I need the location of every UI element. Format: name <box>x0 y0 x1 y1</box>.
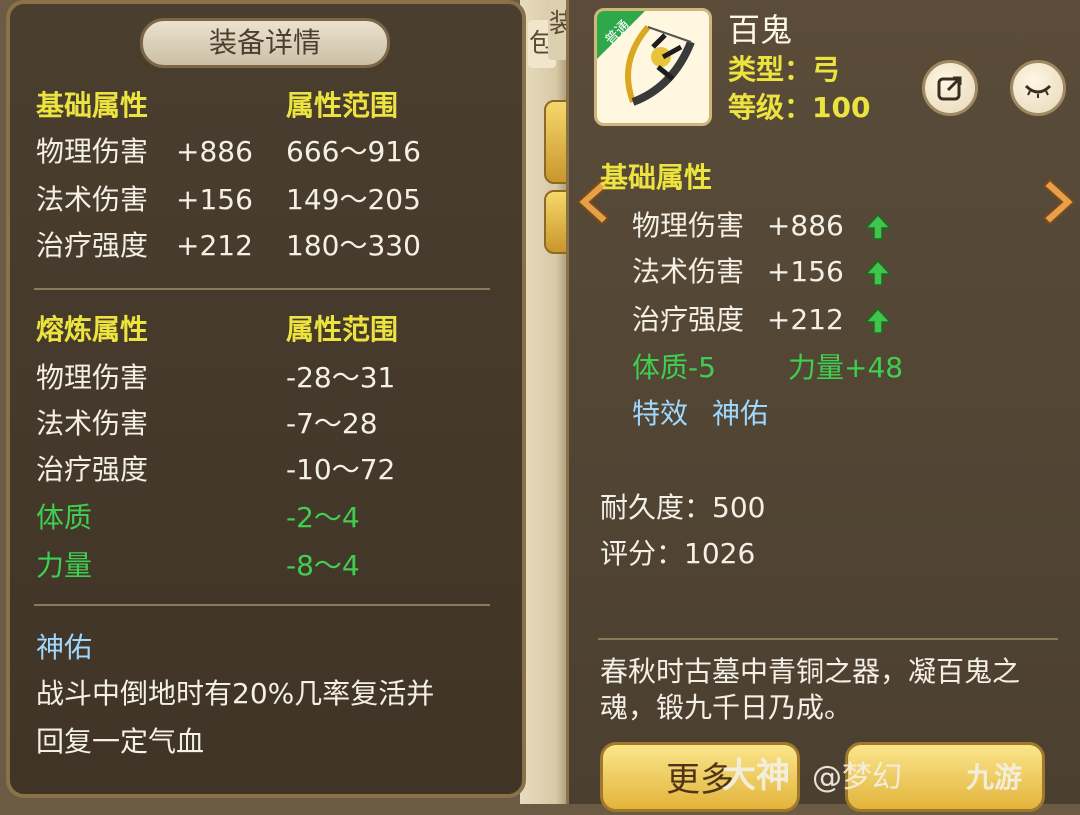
chevron-right-icon[interactable] <box>1042 176 1080 228</box>
divider <box>598 638 1058 640</box>
divider <box>34 604 490 606</box>
base-attr-header: 基础属性 <box>600 161 713 194</box>
watermark-text: 大神 <box>722 756 790 796</box>
stat-range: 149～205 <box>286 183 421 216</box>
item-level: 等级：100 <box>728 91 871 124</box>
eye-icon <box>1024 84 1052 98</box>
refine-stat-range: -10～72 <box>286 453 396 486</box>
quality-tag-icon: 普通 <box>597 11 645 59</box>
watermark-text: @梦幻 <box>812 760 902 795</box>
stat-name: 物理伤害 <box>36 135 149 168</box>
refine-stat-name: 体质 <box>36 501 93 534</box>
refine-stat-range: -7～28 <box>286 407 378 440</box>
refine-stat-range: -2～4 <box>286 501 360 534</box>
refine-stat-range: -28～31 <box>286 361 396 394</box>
stat-name: 治疗强度 <box>36 229 149 262</box>
special-effect-value: 神佑 <box>712 397 769 430</box>
refine-stat-name: 力量 <box>36 549 93 582</box>
preview-button[interactable] <box>1010 60 1066 116</box>
stat-row: 物理伤害 +886 <box>632 206 891 246</box>
item-name: 百鬼 <box>728 11 793 49</box>
stat-value: +156 <box>766 255 844 288</box>
stat-value: +886 <box>766 209 844 242</box>
green-stat: 力量+48 <box>788 351 904 384</box>
stat-row: 治疗强度 +212 <box>632 300 891 340</box>
refine-stat-name: 物理伤害 <box>36 361 149 394</box>
score: 评分：1026 <box>600 537 756 570</box>
item-type: 类型：弓 <box>728 53 841 86</box>
refine-attr-header: 熔炼属性 <box>36 313 149 346</box>
stat-value: +156 <box>176 183 253 216</box>
arrow-up-icon <box>864 214 891 240</box>
share-icon <box>937 76 962 101</box>
stat-row: 法术伤害 +156 <box>632 252 891 292</box>
stat-range: 180～330 <box>286 229 421 262</box>
stat-name: 法术伤害 <box>632 255 745 288</box>
stat-value: +212 <box>176 229 253 262</box>
refine-range-header: 属性范围 <box>286 313 399 346</box>
special-effect-label: 特效 <box>632 397 689 430</box>
effect-name: 神佑 <box>36 631 93 664</box>
stat-name: 治疗强度 <box>632 303 745 336</box>
stat-name: 物理伤害 <box>632 209 745 242</box>
effect-description: 回复一定气血 <box>36 725 205 758</box>
item-icon[interactable]: 普通 <box>594 8 712 126</box>
refine-stat-name: 法术伤害 <box>36 407 149 440</box>
attr-range-header: 属性范围 <box>286 89 399 122</box>
refine-stat-range: -8～4 <box>286 549 360 582</box>
refine-stat-name: 治疗强度 <box>36 453 149 486</box>
stat-value: +212 <box>766 303 844 336</box>
stat-value: +886 <box>176 135 253 168</box>
item-description: 春秋时古墓中青铜之器，凝百鬼之魂，锻九千日乃成。 <box>600 655 1021 724</box>
stat-range: 666～916 <box>286 135 421 168</box>
stat-name: 法术伤害 <box>36 183 149 216</box>
base-attr-header: 基础属性 <box>36 89 149 122</box>
divider <box>34 288 490 290</box>
arrow-up-icon <box>864 260 891 286</box>
durability: 耐久度：500 <box>600 491 766 524</box>
arrow-up-icon <box>864 308 891 334</box>
effect-description: 战斗中倒地时有20%几率复活并 <box>36 677 435 710</box>
panel-title: 装备详情 <box>140 18 390 68</box>
green-stat: 体质-5 <box>632 351 716 384</box>
share-button[interactable] <box>922 60 978 116</box>
watermark-logo: 九游 <box>966 761 1023 794</box>
